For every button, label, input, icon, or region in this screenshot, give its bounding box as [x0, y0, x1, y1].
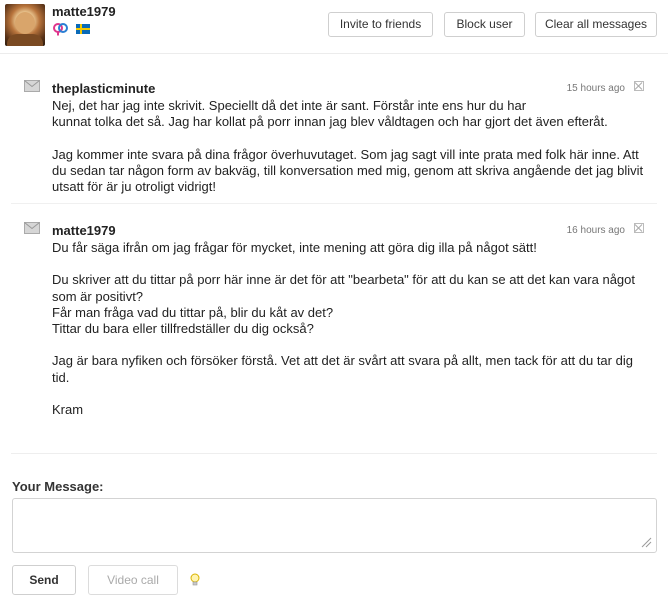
message-body: Du får säga ifrån om jag frågar för myck… — [52, 240, 635, 418]
profile-badges — [52, 22, 90, 36]
couple-gender-icon — [53, 23, 68, 36]
message-sender[interactable]: matte1979 — [52, 223, 116, 238]
video-call-button[interactable]: Video call — [88, 565, 178, 595]
avatar-face — [15, 12, 35, 34]
message-thread[interactable]: theplasticminute 15 hours ago Nej, det h… — [11, 66, 657, 454]
message-sender[interactable]: theplasticminute — [52, 81, 155, 96]
delete-message-icon[interactable] — [634, 223, 644, 233]
clear-all-messages-button[interactable]: Clear all messages — [535, 12, 657, 37]
message-body: Nej, det har jag inte skrivit. Speciellt… — [52, 98, 644, 195]
message-time: 16 hours ago — [566, 225, 625, 236]
lightbulb-icon[interactable] — [189, 573, 201, 587]
message-item: matte1979 16 hours ago Du får säga ifrån… — [11, 208, 657, 438]
avatar[interactable] — [5, 4, 45, 46]
sweden-flag-icon — [76, 24, 90, 34]
send-button[interactable]: Send — [12, 565, 76, 595]
profile-header: matte1979 Invite to friends Block user C… — [0, 0, 668, 54]
profile-username[interactable]: matte1979 — [52, 4, 116, 19]
block-user-button[interactable]: Block user — [444, 12, 525, 37]
your-message-label: Your Message: — [12, 479, 104, 494]
message-textarea[interactable] — [12, 498, 657, 553]
message-time: 15 hours ago — [566, 83, 625, 94]
avatar-shirt — [7, 34, 43, 46]
envelope-icon — [24, 222, 40, 234]
invite-to-friends-button[interactable]: Invite to friends — [328, 12, 433, 37]
delete-message-icon[interactable] — [634, 81, 644, 91]
message-item: theplasticminute 15 hours ago Nej, det h… — [11, 66, 657, 204]
envelope-icon — [24, 80, 40, 92]
